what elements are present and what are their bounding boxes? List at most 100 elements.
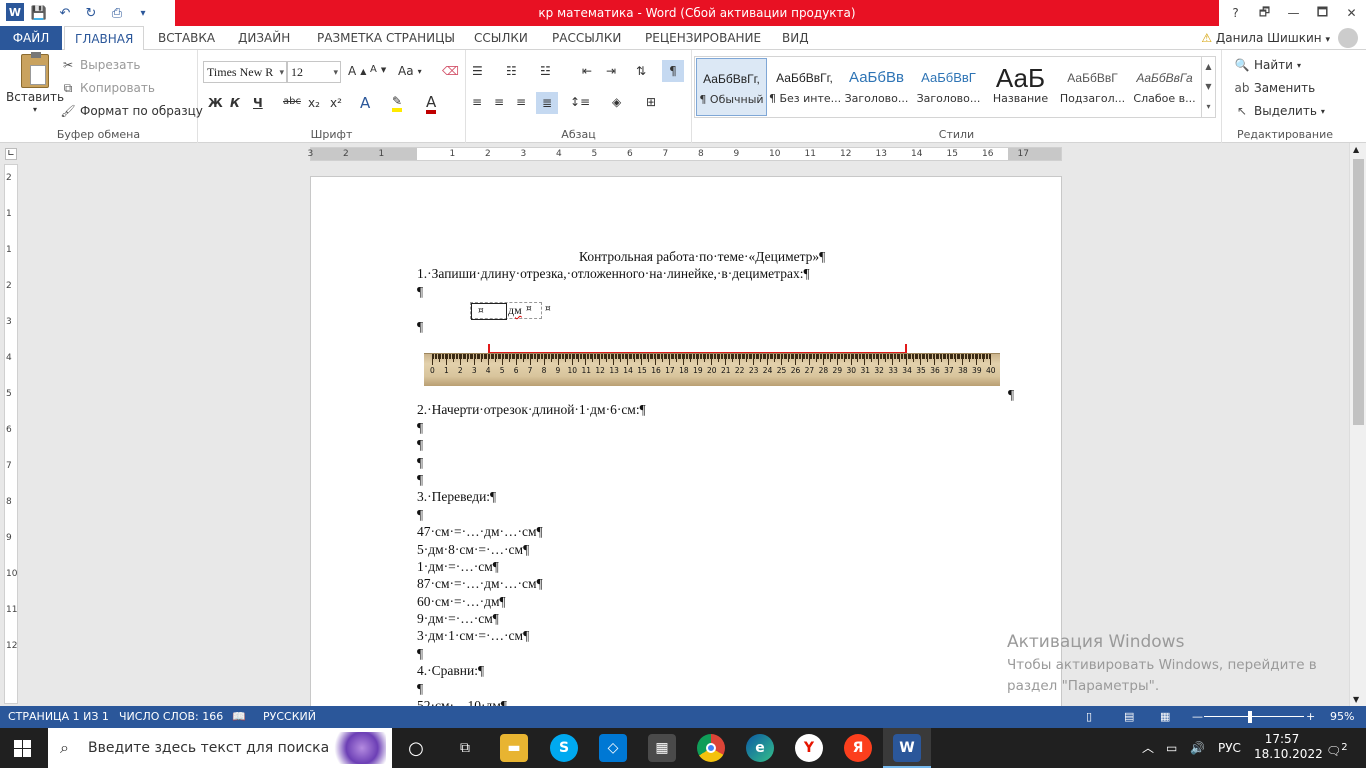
store-icon[interactable]: ◇: [599, 734, 627, 762]
style-no-spacing[interactable]: АаБбВвГг, ¶ Без инте...: [769, 58, 840, 116]
network-icon[interactable]: ▭: [1166, 728, 1177, 768]
font-name-combo[interactable]: Times New R ▾: [203, 61, 287, 83]
word-count[interactable]: ЧИСЛО СЛОВ: 166: [119, 706, 223, 728]
copy-button[interactable]: ⧉ Копировать: [60, 80, 155, 96]
doc-empty-paragraph[interactable]: ¶: [417, 420, 423, 436]
doc-heading[interactable]: Контрольная работа·по·теме·«Дециметр»¶: [579, 249, 825, 265]
maximize-button[interactable]: 🗖: [1308, 0, 1337, 26]
tab-layout[interactable]: РАЗМЕТКА СТРАНИЦЫ: [307, 26, 465, 50]
underline-button[interactable]: Ч: [253, 96, 263, 110]
yandex-icon[interactable]: Я: [844, 734, 872, 762]
bullets-button[interactable]: ☰: [472, 64, 483, 78]
taskbar-search[interactable]: ⌕ Введите здесь текст для поиска: [48, 728, 392, 768]
close-button[interactable]: ✕: [1337, 0, 1366, 26]
windows-start-icon[interactable]: [14, 740, 31, 757]
style-title[interactable]: АаБ Название: [985, 58, 1056, 116]
decrease-indent-button[interactable]: ⇤: [582, 64, 592, 78]
replace-button[interactable]: ab Заменить: [1234, 80, 1316, 96]
notifications-icon[interactable]: 🗨2: [1326, 728, 1348, 768]
undo-icon[interactable]: ↶: [54, 3, 76, 23]
tab-view[interactable]: ВИД: [772, 26, 819, 50]
clear-formatting-button[interactable]: ⌫: [442, 64, 459, 78]
doc-empty-paragraph[interactable]: ¶: [417, 437, 423, 453]
multilevel-list-button[interactable]: ☳: [540, 64, 551, 78]
ribbon-display-button[interactable]: 🗗: [1250, 0, 1279, 26]
superscript-button[interactable]: x²: [330, 96, 342, 110]
cortana-icon[interactable]: ○: [402, 734, 430, 762]
style-subtitle[interactable]: АаБбВвГ Подзагол...: [1057, 58, 1128, 116]
tab-selector[interactable]: ∟: [5, 148, 17, 160]
doc-empty-paragraph[interactable]: ¶: [417, 681, 423, 697]
clock[interactable]: 17:57 18.10.2022: [1254, 732, 1323, 768]
subscript-button[interactable]: x₂: [308, 96, 320, 110]
doc-empty-paragraph[interactable]: ¶: [417, 507, 423, 523]
vertical-ruler[interactable]: 2 1 1 2 3 4 5 6 7 8 9 10 11 12: [4, 164, 18, 704]
horizontal-ruler[interactable]: 3 2 1 1 2 3 4 5 6 7 8 9 10 11 12 13 14 15 16 17: [308, 147, 1062, 161]
word-app-icon[interactable]: W: [6, 3, 24, 21]
tab-design[interactable]: ДИЗАЙН: [228, 26, 300, 50]
edge-icon[interactable]: e: [746, 734, 774, 762]
doc-empty-paragraph[interactable]: ¶: [417, 319, 423, 335]
align-right-button[interactable]: ≡: [516, 95, 526, 109]
answer-table[interactable]: ¤ дм ¤ ¤: [470, 302, 551, 320]
align-center-button[interactable]: ≡: [494, 95, 504, 109]
select-button[interactable]: ↖ Выделить ▾: [1234, 103, 1325, 119]
highlight-button[interactable]: ✎: [392, 94, 403, 112]
paste-button[interactable]: Вставить ▾: [6, 52, 64, 114]
wooden-ruler-image[interactable]: 0 1 2 3 4 5 6 7 8 9 10 11 12 13 14 15 16 17 18 19 20 21 22 23 24…: [424, 353, 1000, 386]
sort-button[interactable]: ⇅: [636, 64, 646, 78]
doc-line[interactable]: 1·дм·=·…·см¶: [417, 559, 499, 575]
doc-question-4[interactable]: 4.·Сравни:¶: [417, 663, 484, 679]
increase-indent-button[interactable]: ⇥: [606, 64, 616, 78]
keyboard-language[interactable]: РУС: [1218, 728, 1241, 768]
doc-line[interactable]: 5·дм·8·см·=·…·см¶: [417, 542, 529, 558]
style-heading2[interactable]: АаБбВвГ Заголово...: [913, 58, 984, 116]
minimize-button[interactable]: —: [1279, 0, 1308, 26]
file-explorer-icon[interactable]: ▬: [500, 734, 528, 762]
scroll-up-icon[interactable]: ▲: [1353, 145, 1359, 154]
scroll-down-icon[interactable]: ▼: [1353, 695, 1359, 704]
zoom-slider-thumb[interactable]: [1248, 711, 1252, 723]
find-button[interactable]: 🔍 Найти ▾: [1234, 57, 1301, 73]
doc-empty-paragraph[interactable]: ¶: [417, 472, 423, 488]
document-page[interactable]: Контрольная работа·по·теме·«Дециметр»¶ 1…: [310, 176, 1062, 716]
italic-button[interactable]: К: [230, 96, 240, 110]
doc-line[interactable]: 87·см·=·…·дм·…·см¶: [417, 576, 543, 592]
bold-button[interactable]: Ж: [208, 96, 223, 110]
doc-line[interactable]: 47·см·=·…·дм·…·см¶: [417, 524, 543, 540]
doc-empty-paragraph[interactable]: ¶: [417, 646, 423, 662]
answer-cell[interactable]: ¤: [471, 303, 507, 320]
save-icon[interactable]: 💾: [28, 3, 50, 23]
help-button[interactable]: ?: [1221, 0, 1250, 26]
font-color-button[interactable]: A: [426, 94, 437, 114]
read-mode-icon[interactable]: ▯: [1086, 706, 1092, 728]
tab-review[interactable]: РЕЦЕНЗИРОВАНИЕ: [635, 26, 771, 50]
font-size-combo[interactable]: 12 ▾: [287, 61, 341, 83]
user-avatar[interactable]: [1338, 28, 1358, 48]
doc-question-2[interactable]: 2.·Начерти·отрезок·длиной·1·дм·6·см:¶: [417, 402, 646, 418]
doc-line[interactable]: 60·см·=·…·дм¶: [417, 594, 506, 610]
cut-button[interactable]: ✂ Вырезать: [60, 57, 141, 73]
zoom-level[interactable]: 95%: [1330, 706, 1354, 728]
shrink-font-button[interactable]: A ▼: [370, 64, 386, 75]
word-taskbar-active[interactable]: W: [883, 728, 931, 768]
calculator-icon[interactable]: ▦: [648, 734, 676, 762]
yandex-browser-icon[interactable]: Y: [795, 734, 823, 762]
zoom-slider[interactable]: [1204, 716, 1304, 717]
print-preview-icon[interactable]: ⎙: [106, 3, 128, 23]
strikethrough-button[interactable]: abc: [283, 96, 301, 107]
scroll-thumb[interactable]: [1353, 159, 1364, 425]
text-effects-button[interactable]: A: [360, 94, 370, 112]
volume-icon[interactable]: 🔊: [1190, 728, 1205, 768]
doc-line[interactable]: 3·дм·1·см·=·…·см¶: [417, 628, 529, 644]
doc-empty-paragraph[interactable]: ¶: [417, 455, 423, 471]
doc-line[interactable]: 9·дм·=·…·см¶: [417, 611, 499, 627]
web-layout-icon[interactable]: ▦: [1160, 706, 1170, 728]
skype-icon[interactable]: S: [550, 734, 578, 762]
grow-font-button[interactable]: A ▲: [348, 64, 366, 78]
proofing-icon[interactable]: 📖: [232, 706, 246, 728]
format-painter-button[interactable]: 🖌 Формат по образцу: [60, 103, 203, 119]
zoom-in-button[interactable]: +: [1306, 706, 1315, 728]
style-subtle-emphasis[interactable]: АаБбВвГа Слабое в...: [1129, 58, 1200, 116]
doc-question-1[interactable]: 1.·Запиши·длину·отрезка,·отложенного·на·…: [417, 266, 810, 282]
